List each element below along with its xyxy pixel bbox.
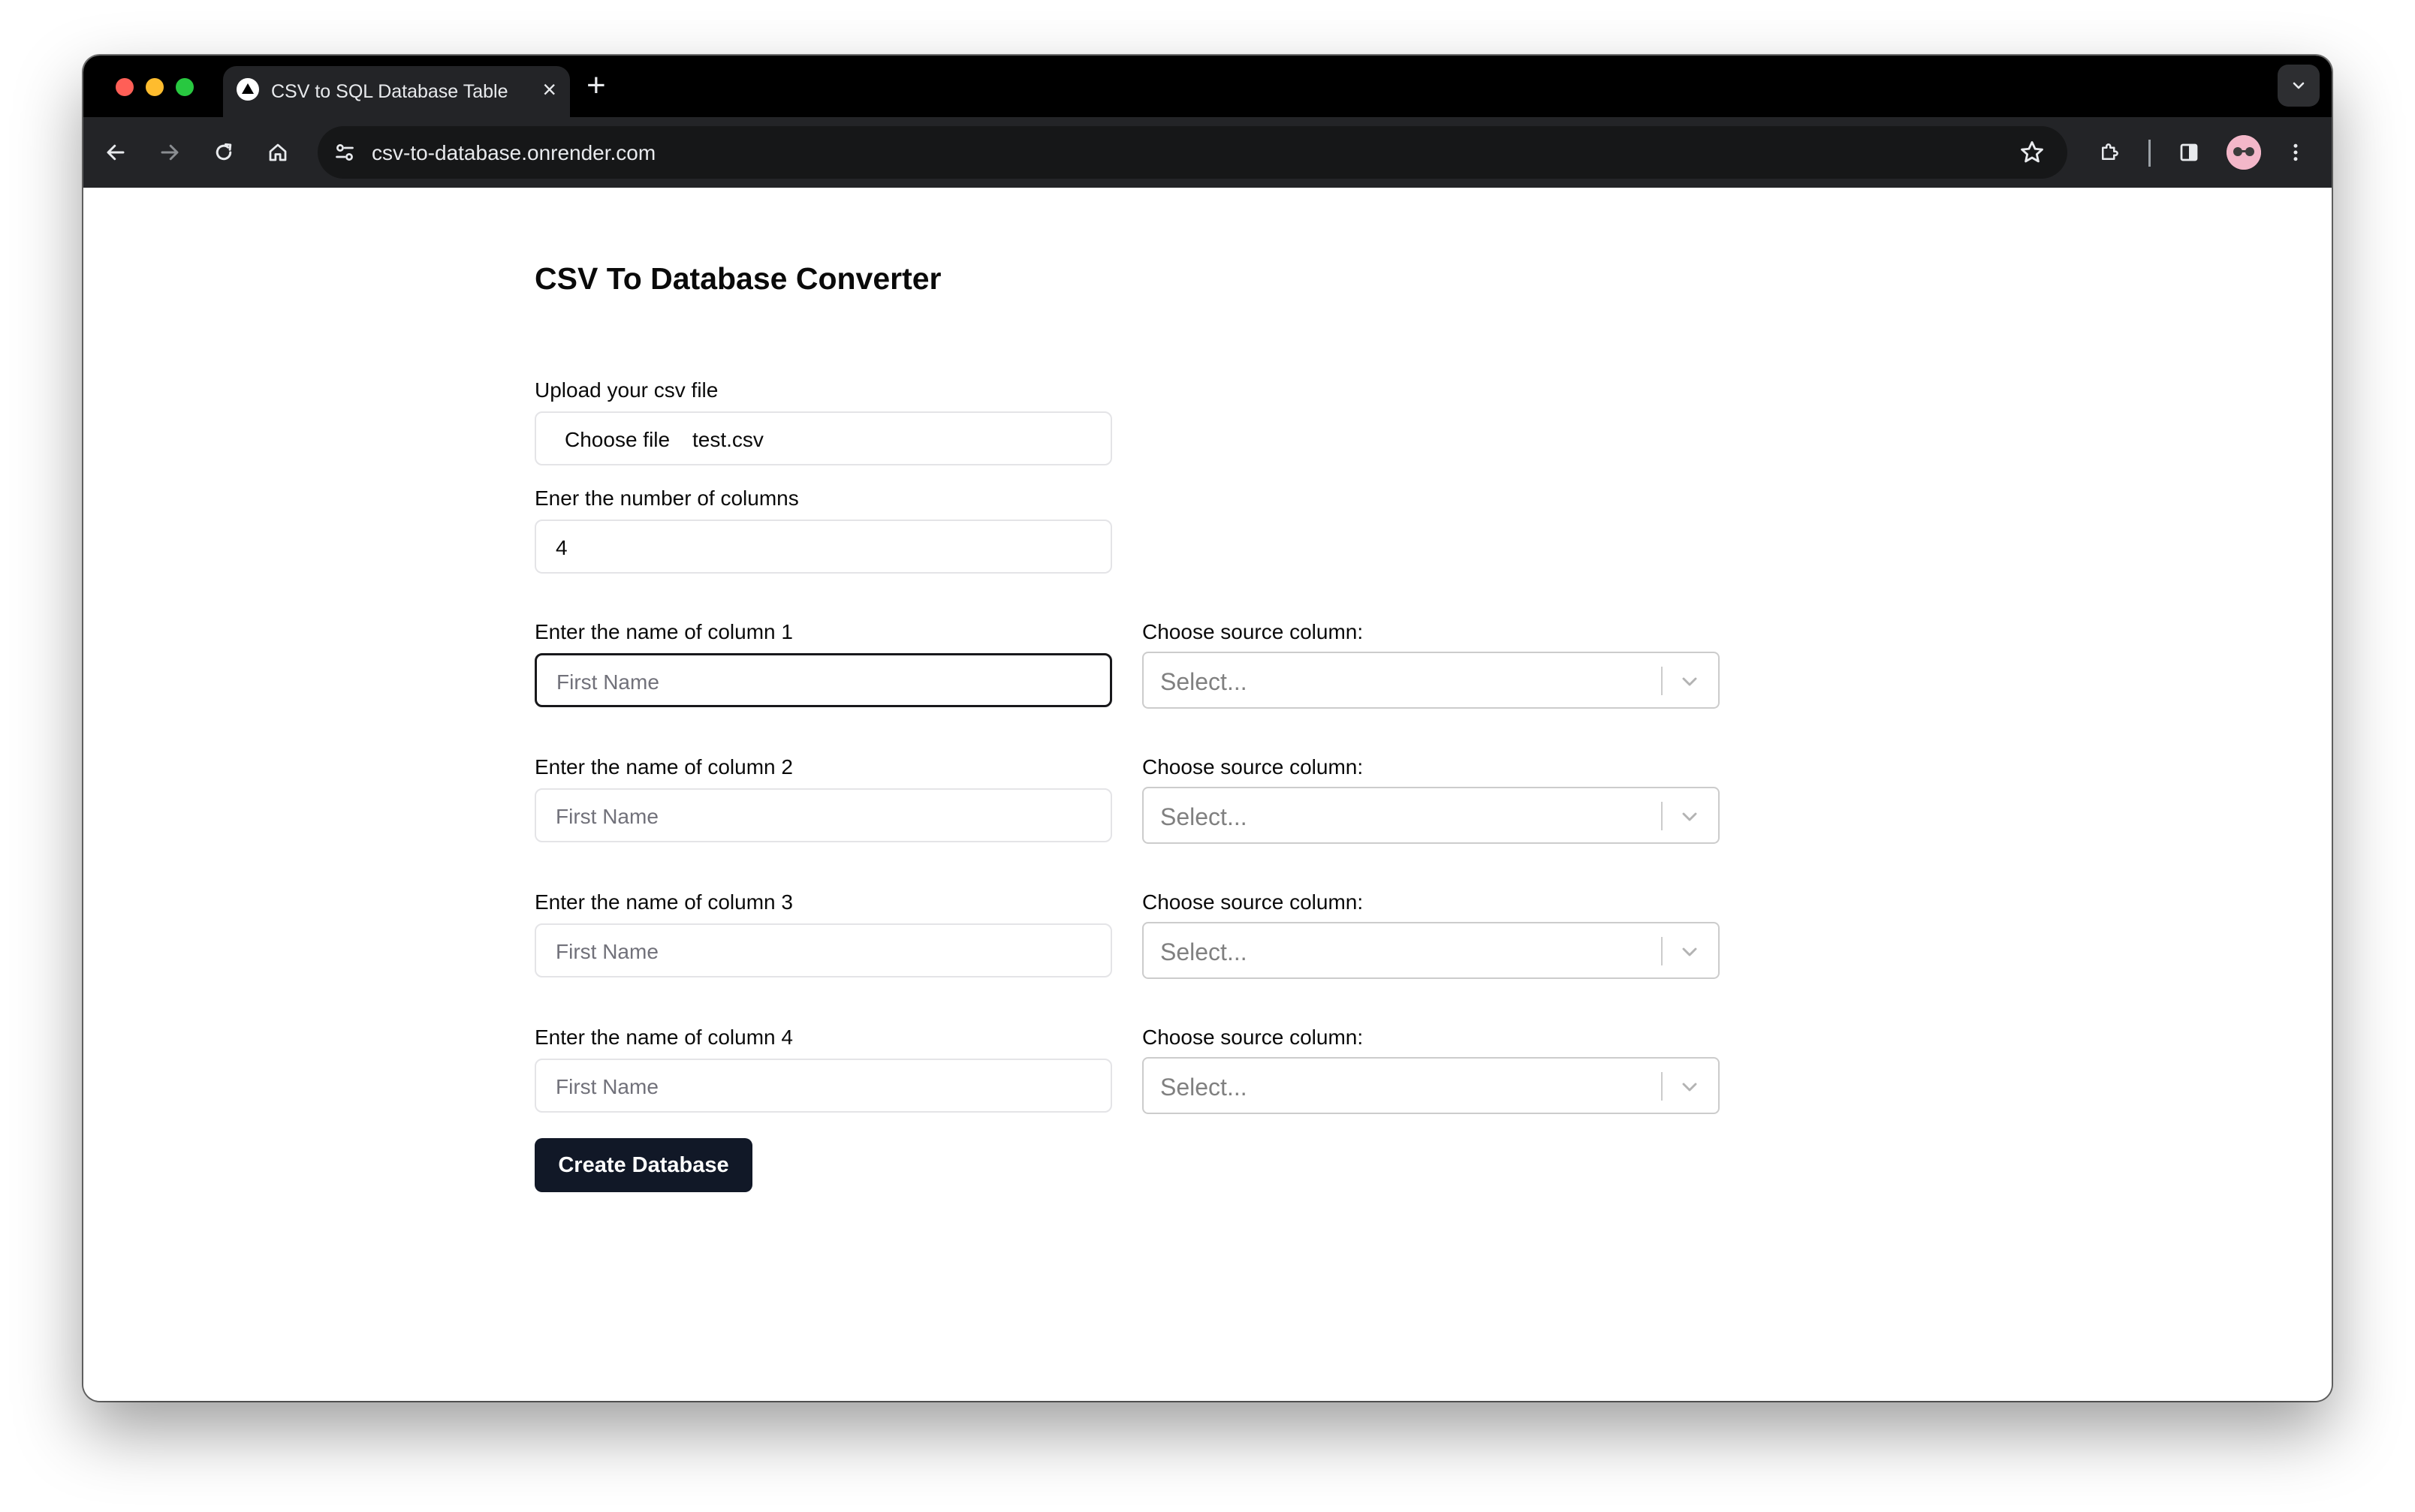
- select-placeholder: Select...: [1160, 803, 1247, 830]
- select-divider: [1661, 802, 1663, 830]
- column-name-input[interactable]: First Name: [535, 788, 1112, 842]
- browser-tab[interactable]: CSV to SQL Database Table ×: [223, 66, 570, 117]
- reload-icon: [216, 143, 232, 161]
- chevron-down-icon[interactable]: [1678, 670, 1702, 694]
- browser-window: CSV to SQL Database Table × + csv-to-dat…: [83, 56, 2332, 1401]
- column-name-placeholder: First Name: [556, 1075, 659, 1098]
- source-column-label: Choose source column:: [1142, 890, 1364, 914]
- column-name-label: Enter the name of column 2: [535, 755, 793, 779]
- source-column-label: Choose source column:: [1142, 620, 1364, 643]
- page-title: CSV To Database Converter: [535, 261, 942, 296]
- close-window-button[interactable]: [116, 78, 134, 96]
- url-text[interactable]: csv-to-database.onrender.com: [372, 141, 656, 165]
- chevron-down-icon[interactable]: [1678, 805, 1702, 829]
- browser-menu-button[interactable]: [2278, 134, 2314, 170]
- source-column-label: Choose source column:: [1142, 1026, 1364, 1049]
- column-name-input[interactable]: First Name: [535, 653, 1112, 707]
- column-name-placeholder: First Name: [556, 805, 659, 828]
- extensions-button[interactable]: [2091, 134, 2127, 170]
- back-button[interactable]: [98, 134, 134, 170]
- column-name-placeholder: First Name: [556, 670, 659, 694]
- forward-button[interactable]: [152, 134, 188, 170]
- source-column-label: Choose source column:: [1142, 755, 1364, 779]
- tab-title: CSV to SQL Database Table: [271, 81, 508, 102]
- page-viewport: CSV To Database Converter Upload your cs…: [83, 188, 2332, 1401]
- chevron-down-icon[interactable]: [1678, 940, 1702, 964]
- maximize-window-button[interactable]: [176, 78, 194, 96]
- arrow-right-icon: [161, 144, 179, 161]
- column-name-input[interactable]: First Name: [535, 1059, 1112, 1113]
- profile-avatar[interactable]: [2227, 135, 2261, 170]
- select-divider: [1661, 667, 1663, 695]
- favicon-icon: [237, 78, 259, 101]
- tab-close-button[interactable]: ×: [542, 77, 556, 102]
- tab-strip: CSV to SQL Database Table × +: [83, 56, 2332, 117]
- chevron-down-icon: [2293, 82, 2305, 89]
- column-name-input[interactable]: First Name: [535, 923, 1112, 977]
- star-icon[interactable]: [2018, 138, 2046, 167]
- source-column-select[interactable]: Select...: [1142, 922, 1720, 979]
- new-tab-button[interactable]: +: [586, 69, 606, 102]
- kebab-menu-icon: [2293, 143, 2298, 161]
- browser-toolbar: csv-to-database.onrender.com: [83, 117, 2332, 188]
- home-button[interactable]: [260, 134, 296, 170]
- arrow-left-icon: [107, 144, 125, 161]
- column-name-label: Enter the name of column 4: [535, 1026, 793, 1049]
- avatar-icon: [2227, 135, 2261, 170]
- toolbar-divider: [2148, 140, 2151, 167]
- column-name-placeholder: First Name: [556, 940, 659, 963]
- num-columns-label: Ener the number of columns: [535, 486, 799, 510]
- side-panel-button[interactable]: [2171, 134, 2207, 170]
- column-name-label: Enter the name of column 3: [535, 890, 793, 914]
- home-icon: [269, 143, 287, 161]
- address-bar[interactable]: csv-to-database.onrender.com: [318, 126, 2067, 179]
- num-columns-value: 4: [556, 536, 568, 559]
- chevron-down-icon[interactable]: [1678, 1075, 1702, 1099]
- file-input[interactable]: Choose file test.csv: [535, 411, 1112, 465]
- select-divider: [1661, 1072, 1663, 1101]
- file-name: test.csv: [692, 428, 764, 451]
- source-column-select[interactable]: Select...: [1142, 787, 1720, 844]
- minimize-window-button[interactable]: [146, 78, 164, 96]
- reload-button[interactable]: [206, 134, 242, 170]
- source-column-select[interactable]: Select...: [1142, 1057, 1720, 1114]
- puzzle-icon: [2102, 143, 2118, 160]
- select-placeholder: Select...: [1160, 668, 1247, 695]
- choose-file-button[interactable]: Choose file: [565, 428, 670, 452]
- create-database-button[interactable]: Create Database: [535, 1138, 752, 1192]
- source-column-select[interactable]: Select...: [1142, 652, 1720, 709]
- column-name-label: Enter the name of column 1: [535, 620, 793, 643]
- select-divider: [1661, 937, 1663, 965]
- upload-label: Upload your csv file: [535, 378, 719, 402]
- tab-search-button[interactable]: [2278, 65, 2320, 107]
- select-placeholder: Select...: [1160, 938, 1247, 965]
- tune-icon[interactable]: [331, 139, 358, 166]
- select-placeholder: Select...: [1160, 1074, 1247, 1101]
- side-panel-icon: [2180, 143, 2198, 161]
- num-columns-input[interactable]: 4: [535, 520, 1112, 574]
